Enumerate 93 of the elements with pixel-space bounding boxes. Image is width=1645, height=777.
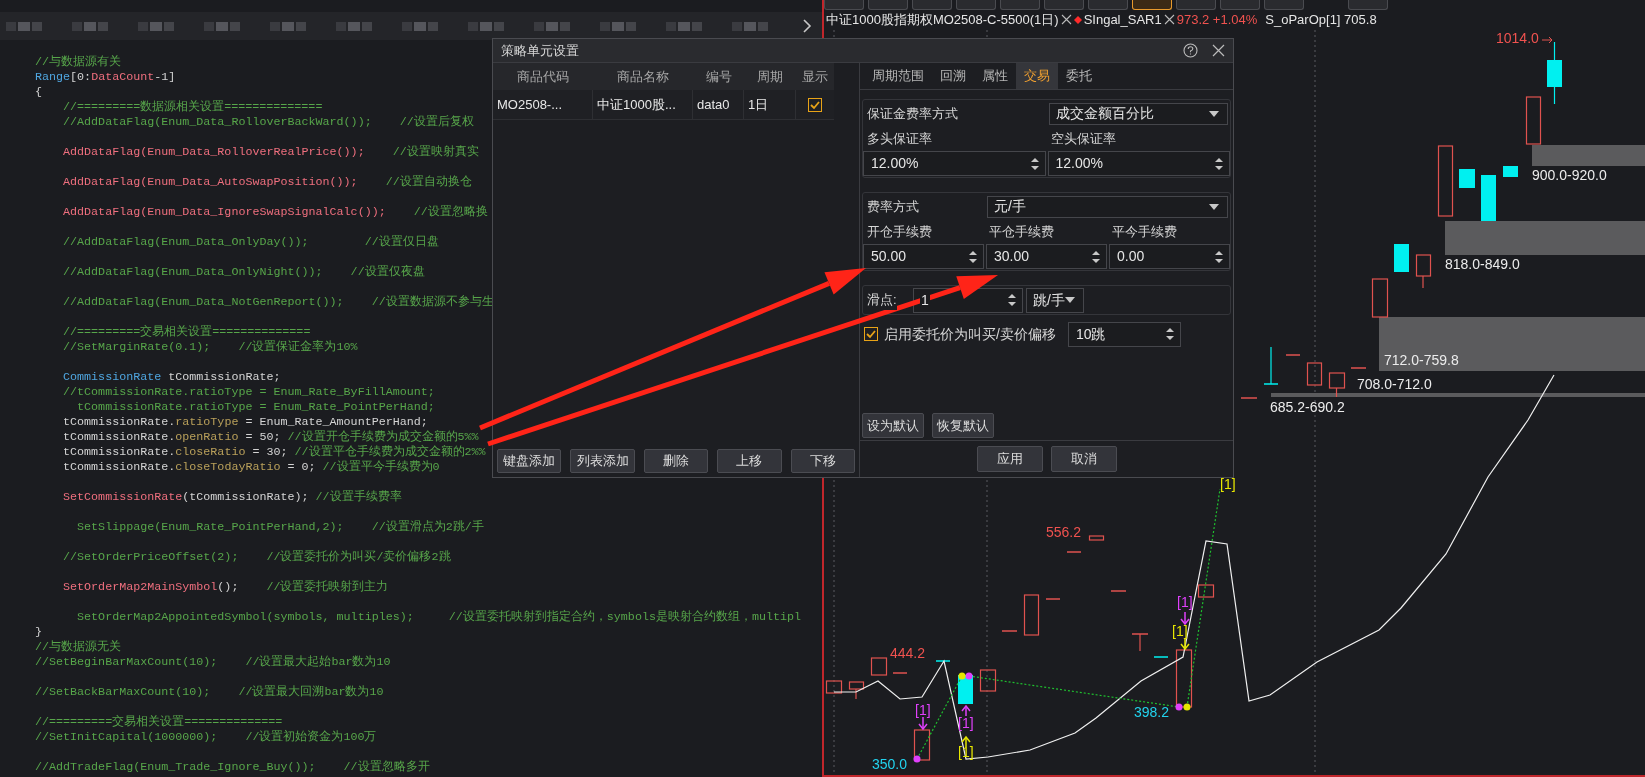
price-label: 1014.0 — [1496, 29, 1539, 46]
spin-box[interactable]: 12.00% — [863, 151, 1046, 176]
price-change: 973.2 +1.04% — [1176, 10, 1258, 29]
list-button[interactable]: 列表添加 — [570, 449, 635, 473]
code-line: AddDataFlag(Enum_Data_RolloverRealPrice()); //设置映射真实 — [62, 145, 479, 160]
spin-box[interactable]: 0.00 — [1109, 244, 1230, 269]
tab[interactable]: 委托 — [1058, 63, 1100, 89]
code-line: //与数据源无关 — [35, 640, 122, 655]
code-line: //SetOrderPriceOffset(2); //设置委托价为叫买/卖价偏移2跳 — [62, 550, 451, 565]
price-label: 444.2 — [890, 644, 926, 661]
code-line: SetCommissionRate(tCommissionRate); //设置手续费率 — [62, 490, 402, 505]
code-line: //AddDataFlag(Enum_Data_OnlyDay()); //设置仅日盘 — [62, 235, 439, 250]
code-line: //SetInitCapital(1000000); //设置初始资金为100万 — [35, 730, 377, 745]
field-label: 保证金费率方式 — [866, 104, 959, 123]
signal-label: [1] — [915, 701, 931, 718]
code-line: //SetMarginRate(0.1); //设置保证金率为10% — [62, 340, 358, 355]
column-header: 周期 — [756, 67, 784, 86]
code-line: //AddTradeFlag(Enum_Trade_Ignore_Buy()); //设置忽略多开 — [35, 760, 430, 775]
code-line: SetOrderMap2AppointedSymbol(symbols, multiples); //设置委托映射到指定合约，symbols是映射合约数组，multipl — [76, 610, 802, 625]
list-button[interactable]: 上移 — [717, 449, 782, 473]
code-line: //AddDataFlag(Enum_Data_OnlyNight()); //设置仅夜盘 — [62, 265, 425, 280]
spin-box[interactable]: 50.00 — [863, 244, 984, 269]
price-range-label: 685.2-690.2 — [1270, 398, 1345, 415]
code-line: tCommissionRate.ratioType = Enum_Rate_AmountPerHand; — [62, 415, 428, 430]
spin-box[interactable]: 10跳 — [1067, 321, 1181, 347]
code-line: CommissionRate tCommissionRate; — [62, 370, 281, 385]
code-line: //tCommissionRate.ratioType = Enum_Rate_ByFillAmount; — [62, 385, 435, 400]
dropdown[interactable]: 跳/手 — [1026, 287, 1084, 313]
series-value: S_oParOp[1] 705.8 — [1265, 10, 1377, 29]
field-label: 多头保证率 — [866, 130, 933, 149]
code-line: SetOrderMap2MainSymbol(); //设置委托映射到主力 — [62, 580, 389, 595]
field-label: 空头保证率 — [1049, 130, 1117, 149]
field-label: 滑点: — [867, 290, 897, 310]
price-label: 350.0 — [872, 755, 908, 772]
code-line: SetSlippage(Enum_Rate_PointPerHand,2); //设置滑点为2跳/手 — [76, 520, 484, 535]
code-line: tCommissionRate.ratioType = Enum_Rate_PointPerHand; — [76, 400, 435, 415]
dropdown[interactable]: 成交金额百分比 — [1049, 102, 1228, 125]
checkbox-label: 启用委托价为叫买/卖价偏移 — [884, 324, 1056, 344]
code-line: tCommissionRate.closeRatio = 30; //设置平仓手续费为成交金额的2%% — [62, 445, 486, 460]
code-line: //=========交易相关设置============== — [35, 715, 283, 730]
dialog-title: 策略单元设置 — [501, 41, 580, 60]
code-line: AddDataFlag(Enum_Data_IgnoreSwapSignalCalc()); //设置忽略换 — [62, 205, 488, 220]
tab[interactable]: 属性 — [974, 63, 1016, 89]
list-button[interactable]: 删除 — [643, 449, 709, 473]
code-line: //与数据源有关 — [35, 55, 122, 70]
default-button[interactable]: 设为默认 — [862, 413, 924, 438]
code-line: AddDataFlag(Enum_Data_AutoSwapPosition()); //设置自动换仓 — [62, 175, 472, 190]
price-range-label: 900.0-920.0 — [1532, 166, 1607, 183]
code-line: Range[0:DataCount-1] — [35, 70, 176, 85]
signal-label: [1] — [1220, 475, 1236, 492]
table-cell: 中证1000股... — [593, 90, 693, 119]
code-line: tCommissionRate.openRatio = 50; //设置开仓手续费为成交金额的5%% — [62, 430, 479, 445]
signal-label: [1] — [958, 714, 974, 731]
table-cell: data0 — [693, 90, 744, 119]
code-line: //SetBackBarMaxCount(10); //设置最大回溯bar数为10 — [35, 685, 384, 700]
code-line: } — [35, 625, 42, 640]
code-line: //AddDataFlag(Enum_Data_NotGenReport()); //设置数据源不参与生 — [62, 295, 494, 310]
code-line: { — [35, 85, 42, 100]
tab[interactable]: 交易 — [1016, 63, 1058, 89]
column-header: 商品代码 — [516, 67, 570, 86]
spin-box[interactable]: 12.00% — [1047, 151, 1230, 176]
default-button[interactable]: 恢复默认 — [932, 413, 994, 438]
list-button[interactable]: 键盘添加 — [497, 449, 562, 473]
indicator-name: SIngal_SAR1 — [1083, 10, 1162, 29]
dialog-button[interactable]: 取消 — [1050, 446, 1117, 472]
dropdown[interactable]: 元/手 — [987, 195, 1228, 218]
price-range-label: 712.0-759.8 — [1384, 351, 1459, 368]
code-line: //AddDataFlag(Enum_Data_RolloverBackWard()); //设置后复权 — [62, 115, 474, 130]
price-range-label: 708.0-712.0 — [1357, 375, 1432, 392]
code-line: //SetBeginBarMaxCount(10); //设置最大起始bar数为10 — [35, 655, 391, 670]
spin-box[interactable]: 30.00 — [986, 244, 1107, 269]
code-line: //=========交易相关设置============== — [62, 325, 311, 340]
signal-label: [1] — [1177, 593, 1193, 610]
price-range-label: 818.0-849.0 — [1445, 255, 1520, 272]
table-cell: MO2508-... — [493, 90, 593, 119]
field-label: 开仓手续费 — [866, 223, 933, 242]
column-header: 编号 — [704, 67, 733, 86]
field-label: 平仓手续费 — [988, 223, 1056, 242]
tab[interactable]: 周期范围 — [864, 63, 932, 89]
chart-symbol-title: 中证1000股指期权MO2508-C-5500(1日) — [826, 10, 1059, 29]
price-label: 556.2 — [1046, 523, 1082, 540]
field-label: 费率方式 — [866, 197, 920, 216]
dialog-button[interactable]: 应用 — [976, 446, 1043, 472]
list-button[interactable]: 下移 — [790, 449, 856, 473]
code-line: tCommissionRate.closeTodayRatio = 0; //设置平今手续费为0 — [62, 460, 440, 475]
tab[interactable]: 回溯 — [932, 63, 974, 89]
column-header: 商品名称 — [616, 67, 670, 86]
column-header: 显示 — [801, 67, 829, 86]
field-label: 平今手续费 — [1110, 223, 1178, 242]
price-label: 398.2 — [1134, 703, 1170, 720]
code-line: //=========数据源相关设置============== — [62, 100, 323, 115]
table-cell: 1日 — [744, 90, 796, 119]
signal-label: [1] — [1172, 622, 1188, 639]
